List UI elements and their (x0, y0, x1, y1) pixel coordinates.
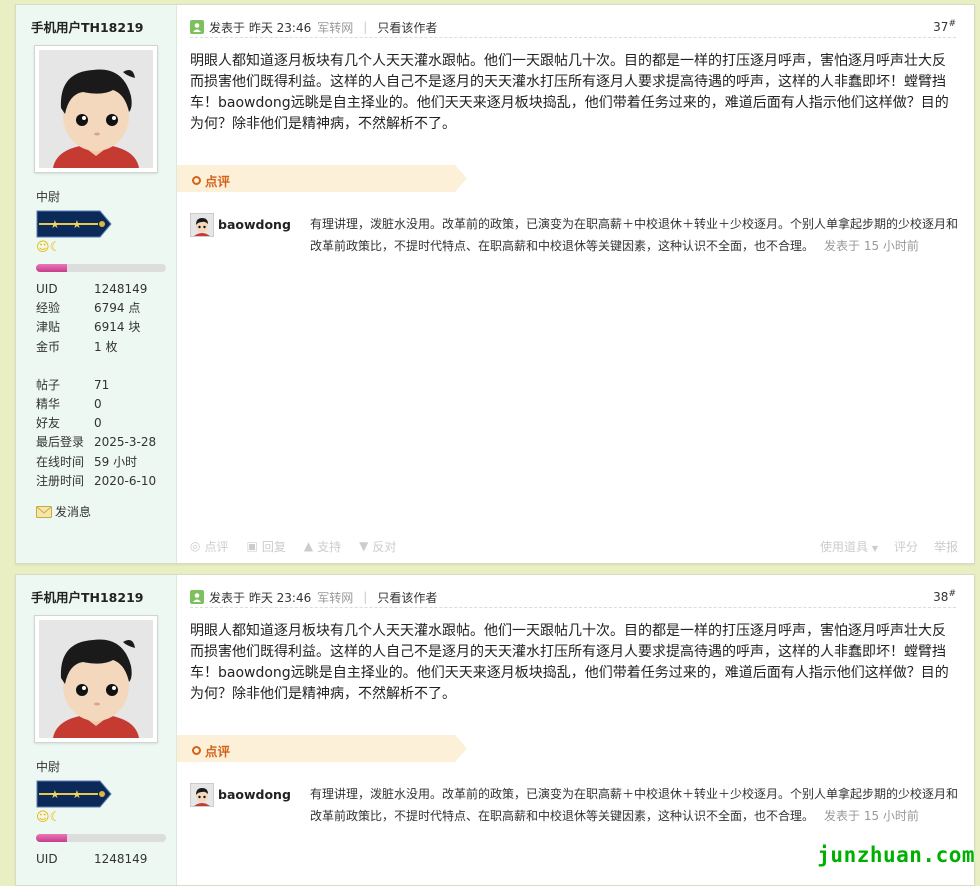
dropdown-arrow-icon: ▼ (871, 543, 878, 553)
send-message-button[interactable]: 发消息 (36, 503, 91, 520)
author-online-icon (190, 20, 204, 34)
stat-online-time: 在线时间 59 小时 (36, 454, 138, 469)
stat-last-login: 最后登录 2025-3-28 (36, 435, 157, 450)
stat-digest: 精华 0 (36, 396, 102, 411)
post-38: 手机用户TH18219 中尉 ★ ★ ☺☾ UID 1248149 发表于 昨天… (15, 574, 975, 886)
moon-icon: ☾ (49, 810, 62, 825)
comment-text: 有理讲理，泼脏水没用。改革前的政策，已演变为在职高薪＋中校退休＋转业＋少校逐月。… (310, 787, 959, 823)
comment-time: 发表于 15 小时前 (824, 809, 919, 823)
rank-insignia-icon: ★ ★ (36, 210, 112, 241)
comment-time: 发表于 15 小时前 (824, 239, 919, 253)
reply-button[interactable]: ▣ 回复 (247, 538, 286, 555)
post-body: 明眼人都知道逐月板块有几个人天天灌水跟帖。他们一天跟帖几十次。目的都是一样的打压… (190, 53, 949, 132)
oppose-button[interactable]: ▼ 反对 (359, 538, 396, 555)
svg-text:★: ★ (50, 218, 60, 231)
post-content: 发表于 昨天 23:46 军转网 | 只看该作者 37# 明眼人都知道逐月板块有… (177, 5, 974, 563)
post-37: 手机用户TH18219 中尉 ★ ★ ☺☾ UID 1248149 经验 679… (15, 4, 975, 564)
site-watermark: junzhuan.com (817, 843, 975, 867)
post-meta: 发表于 昨天 23:46 军转网 | 只看该作者 37# (190, 17, 956, 38)
author-name[interactable]: 手机用户TH18219 (31, 17, 143, 36)
rank-insignia-icon: ★ ★ (36, 780, 112, 811)
review-icon: ◎ (190, 539, 201, 553)
stat-posts: 帖子 71 (36, 377, 110, 392)
online-status-icons: ☺☾ (36, 241, 61, 255)
post-meta: 发表于 昨天 23:46 军转网 | 只看该作者 38# (190, 587, 956, 608)
comment-avatar[interactable] (190, 213, 214, 237)
author-online-icon (190, 590, 204, 604)
stat-friends: 好友 0 (36, 416, 102, 431)
stat-register-time: 注册时间 2020-6-10 (36, 473, 157, 488)
comment-text: 有理讲理，泼脏水没用。改革前的政策，已演变为在职高薪＋中校退休＋转业＋少校逐月。… (310, 217, 959, 253)
author-name[interactable]: 手机用户TH18219 (31, 587, 143, 606)
svg-text:★: ★ (50, 788, 60, 801)
review-circle-icon (192, 176, 201, 185)
smile-icon: ☺ (36, 810, 50, 825)
floor-number[interactable]: 38# (933, 589, 956, 604)
stat-gold: 金币 1 枚 (36, 339, 118, 354)
moon-icon: ☾ (49, 240, 62, 255)
use-tools-menu[interactable]: 使用道具 ▼ (820, 538, 878, 555)
post-source: 军转网 (317, 20, 354, 35)
user-rank: 中尉 (36, 760, 61, 774)
svg-text:★: ★ (72, 218, 82, 231)
comment-author[interactable]: baowdong (218, 787, 291, 802)
level-progress-bar (36, 834, 166, 842)
only-author-link[interactable]: 只看该作者 (377, 19, 437, 36)
envelope-icon (36, 505, 52, 518)
floor-number[interactable]: 37# (933, 19, 956, 34)
post-source: 军转网 (317, 590, 354, 605)
avatar[interactable] (34, 45, 158, 173)
stat-exp: 经验 6794 点 (36, 301, 141, 316)
review-section-header: 点评 (177, 165, 467, 192)
post-content: 发表于 昨天 23:46 军转网 | 只看该作者 38# 明眼人都知道逐月板块有… (177, 575, 974, 885)
thumb-up-icon: ▲ (303, 539, 314, 553)
stat-allowance: 津贴 6914 块 (36, 320, 141, 335)
online-status-icons: ☺☾ (36, 811, 61, 825)
post-body: 明眼人都知道逐月板块有几个人天天灌水跟帖。他们一天跟帖几十次。目的都是一样的打压… (190, 623, 949, 702)
review-section-header: 点评 (177, 735, 467, 762)
author-sidebar: 手机用户TH18219 中尉 ★ ★ (16, 575, 177, 885)
post-actions: ◎ 点评 ▣ 回复 ▲ 支持 ▼ 反对 使用道具 ▼ 评分 举报 (190, 537, 958, 555)
stat-uid: UID 1248149 (36, 852, 148, 866)
user-rank: 中尉 (36, 190, 61, 204)
comment-author[interactable]: baowdong (218, 217, 291, 232)
rate-button[interactable]: 评分 (894, 538, 918, 555)
post-time: 昨天 23:46 (248, 590, 312, 605)
reply-icon: ▣ (246, 539, 258, 553)
avatar[interactable] (34, 615, 158, 743)
review-circle-icon (192, 746, 201, 755)
review-button[interactable]: ◎ 点评 (190, 538, 229, 555)
svg-text:★: ★ (72, 788, 82, 801)
only-author-link[interactable]: 只看该作者 (377, 589, 437, 606)
thumb-down-icon: ▼ (359, 539, 369, 553)
post-time: 昨天 23:46 (248, 20, 312, 35)
comment-avatar[interactable] (190, 783, 214, 807)
user-stats: UID 1248149 (36, 850, 147, 869)
support-button[interactable]: ▲ 支持 (304, 538, 341, 555)
author-sidebar: 手机用户TH18219 中尉 ★ ★ (16, 5, 177, 563)
user-stats: UID 1248149 经验 6794 点 津贴 6914 块 金币 1 枚 帖子 71 … (36, 280, 156, 491)
stat-uid: UID 1248149 (36, 282, 148, 296)
report-button[interactable]: 举报 (934, 538, 958, 555)
smile-icon: ☺ (36, 240, 50, 255)
level-progress-bar (36, 264, 166, 272)
